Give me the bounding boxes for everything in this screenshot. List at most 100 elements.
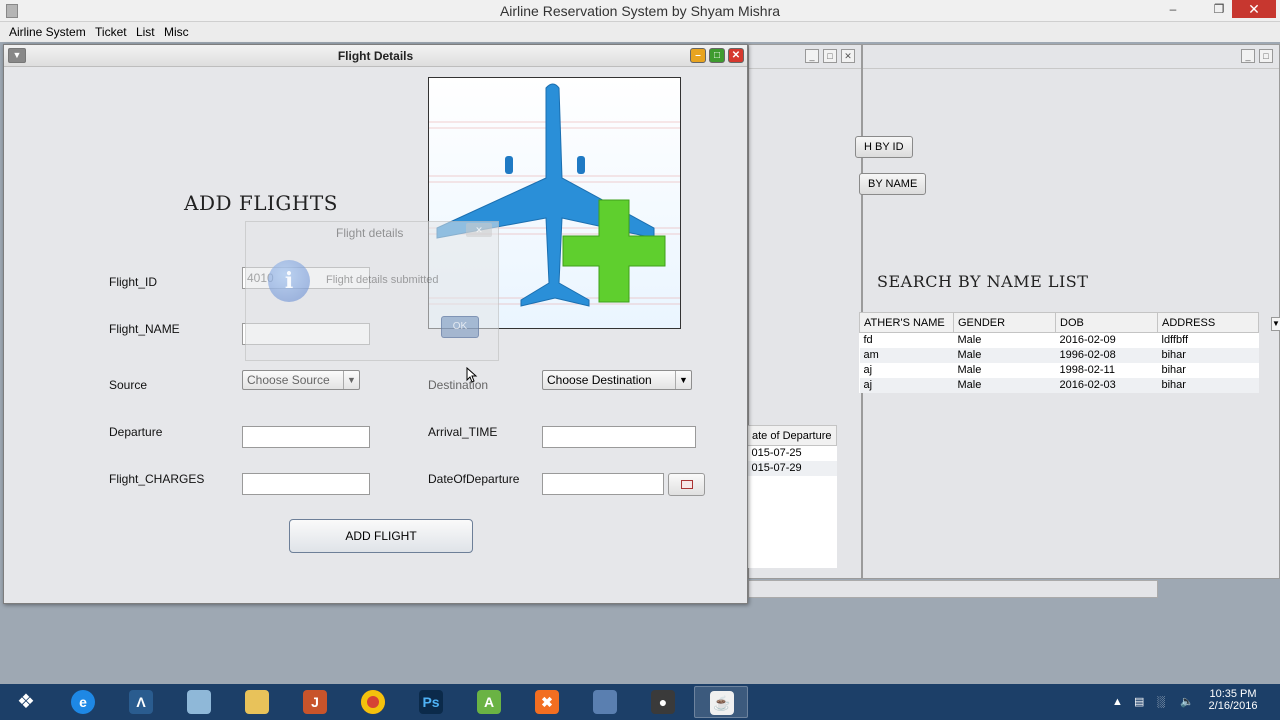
ok-button[interactable]: OK xyxy=(441,316,479,338)
notes-icon[interactable] xyxy=(172,686,226,718)
maximize-icon[interactable]: □ xyxy=(823,49,837,63)
close-icon[interactable]: ✕ xyxy=(466,223,492,237)
flight-list-frame: _ □ ✕ ate of Departure 015-07-25 015-07-… xyxy=(747,44,862,579)
departure-field[interactable] xyxy=(242,426,370,448)
close-icon[interactable]: ✕ xyxy=(841,49,855,63)
table-cell[interactable]: aj xyxy=(859,377,954,393)
table-row[interactable]: fd Male 2016-02-09 ldffbff xyxy=(860,333,1259,348)
clock[interactable]: 10:35 PM 2/16/2016 xyxy=(1200,688,1266,720)
minimize-icon[interactable]: – xyxy=(1160,0,1186,18)
taskbar: ❖ e Λ J Ps A ✖ ● ☕ ▲ ▤ ░ 🔈 10:35 PM 2/16… xyxy=(0,684,1280,720)
java-running-icon[interactable]: ☕ xyxy=(694,686,748,718)
virtualbox-icon[interactable] xyxy=(578,686,632,718)
table-cell[interactable]: aj xyxy=(860,363,954,378)
table-row[interactable]: am Male 1996-02-08 bihar xyxy=(859,347,1259,363)
flight-details-dialog: Flight details ✕ i Flight details submit… xyxy=(245,221,499,383)
frame-title: Flight Details xyxy=(337,49,414,63)
arrival-time-field[interactable] xyxy=(542,426,696,448)
video-recorder-icon[interactable]: ● xyxy=(636,686,690,718)
dropdown-arrow-icon[interactable]: ▼ xyxy=(1271,317,1280,331)
column-header[interactable]: ATHER'S NAME xyxy=(859,312,954,333)
table-cell[interactable]: Male xyxy=(954,363,1056,378)
menu-list[interactable]: List xyxy=(133,22,158,42)
date-of-departure-label: DateOfDeparture xyxy=(428,472,520,486)
table-cell[interactable]: bihar xyxy=(1157,347,1259,363)
column-header[interactable]: DOB xyxy=(1055,312,1158,333)
source-combo-value: Choose Source xyxy=(247,373,330,387)
search-frame: _ □ H BY ID BY NAME SEARCH BY NAME LIST … xyxy=(855,44,1280,579)
maximize-icon[interactable]: □ xyxy=(709,48,725,63)
menu-bar: Airline System Ticket List Misc xyxy=(0,22,1280,42)
java-icon[interactable]: J xyxy=(288,686,342,718)
search-by-id-button[interactable]: H BY ID xyxy=(855,136,913,158)
menu-misc[interactable]: Misc xyxy=(161,22,192,42)
table-cell[interactable]: 015-07-29 xyxy=(747,460,837,476)
calendar-icon xyxy=(681,480,693,489)
destination-label: Destination xyxy=(428,378,489,392)
app-titlebar: Airline Reservation System by Shyam Mish… xyxy=(0,0,1280,22)
photoshop-icon[interactable]: Ps xyxy=(404,686,458,718)
menu-ticket[interactable]: Ticket xyxy=(92,22,130,42)
calendar-button[interactable] xyxy=(668,473,705,496)
column-header[interactable]: GENDER xyxy=(953,312,1056,333)
table-cell[interactable]: 2016-02-09 xyxy=(1056,333,1158,348)
table-cell[interactable]: ldffbff xyxy=(1158,333,1259,348)
table-cell[interactable]: bihar xyxy=(1157,377,1259,393)
table-empty-area xyxy=(748,476,837,568)
date-of-departure-field[interactable] xyxy=(542,473,664,495)
mouse-cursor-icon xyxy=(466,367,478,383)
app-title: Airline Reservation System by Shyam Mish… xyxy=(499,3,781,19)
minimize-icon[interactable]: _ xyxy=(805,49,819,63)
destination-combo-value: Choose Destination xyxy=(547,373,652,387)
table-cell[interactable]: Male xyxy=(954,333,1056,348)
table-cell[interactable]: 015-07-25 xyxy=(748,446,837,461)
restore-icon[interactable]: ❐ xyxy=(1206,0,1232,18)
table-cell[interactable]: Male xyxy=(953,377,1056,393)
minimize-icon[interactable]: _ xyxy=(1241,49,1255,63)
file-explorer-icon[interactable] xyxy=(230,686,284,718)
minimize-icon[interactable]: – xyxy=(690,48,706,63)
flight-list-table[interactable]: ate of Departure 015-07-25 015-07-29 xyxy=(747,425,837,568)
source-combo[interactable]: Choose Source ▼ xyxy=(242,370,360,390)
windows-start-icon[interactable]: ❖ xyxy=(8,686,44,718)
flight-charges-label: Flight_CHARGES xyxy=(109,472,205,486)
column-header[interactable]: ADDRESS xyxy=(1157,312,1259,333)
network-icon[interactable]: ▤ xyxy=(1134,684,1144,720)
table-cell[interactable]: am xyxy=(859,347,954,363)
table-cell[interactable]: bihar xyxy=(1158,363,1259,378)
chrome-icon[interactable] xyxy=(346,686,400,718)
menu-airline-system[interactable]: Airline System xyxy=(6,22,89,42)
destination-combo[interactable]: Choose Destination ▼ xyxy=(542,370,692,390)
table-row[interactable]: aj Male 1998-02-11 bihar xyxy=(860,363,1259,378)
internet-explorer-icon[interactable]: e xyxy=(56,686,110,718)
app-launcher-icon[interactable]: Λ xyxy=(114,686,168,718)
clock-time: 10:35 PM xyxy=(1209,688,1257,700)
source-label: Source xyxy=(109,378,148,392)
search-results-table[interactable]: ATHER'S NAME GENDER DOB ADDRESS fd Male … xyxy=(859,312,1259,393)
table-cell[interactable]: 2016-02-03 xyxy=(1055,377,1158,393)
info-icon: i xyxy=(268,260,310,302)
xampp-icon[interactable]: ✖ xyxy=(520,686,574,718)
chevron-down-icon: ▼ xyxy=(343,371,359,389)
departure-label: Departure xyxy=(109,425,163,439)
search-by-name-button[interactable]: BY NAME xyxy=(859,173,927,195)
table-cell[interactable]: 1998-02-11 xyxy=(1056,363,1158,378)
close-icon[interactable]: ✕ xyxy=(1232,0,1276,18)
signal-icon[interactable]: ░ xyxy=(1157,684,1165,720)
add-flights-heading: ADD FLIGHTS xyxy=(184,191,338,215)
arrival-time-label: Arrival_TIME xyxy=(428,425,498,439)
flight-charges-field[interactable] xyxy=(242,473,370,495)
close-icon[interactable]: ✕ xyxy=(728,48,744,63)
clock-date: 2/16/2016 xyxy=(1208,700,1258,712)
column-header[interactable]: ate of Departure xyxy=(747,425,837,446)
search-list-heading: SEARCH BY NAME LIST xyxy=(877,272,1089,291)
add-flight-button[interactable]: ADD FLIGHT xyxy=(289,519,473,553)
table-row[interactable]: aj Male 2016-02-03 bihar xyxy=(859,377,1259,393)
table-cell[interactable]: fd xyxy=(860,333,954,348)
tray-up-arrow-icon[interactable]: ▲ xyxy=(1112,684,1123,720)
android-studio-icon[interactable]: A xyxy=(462,686,516,718)
maximize-icon[interactable]: □ xyxy=(1259,49,1273,63)
table-cell[interactable]: Male xyxy=(953,347,1056,363)
table-cell[interactable]: 1996-02-08 xyxy=(1055,347,1158,363)
volume-icon[interactable]: 🔈 xyxy=(1180,684,1194,720)
